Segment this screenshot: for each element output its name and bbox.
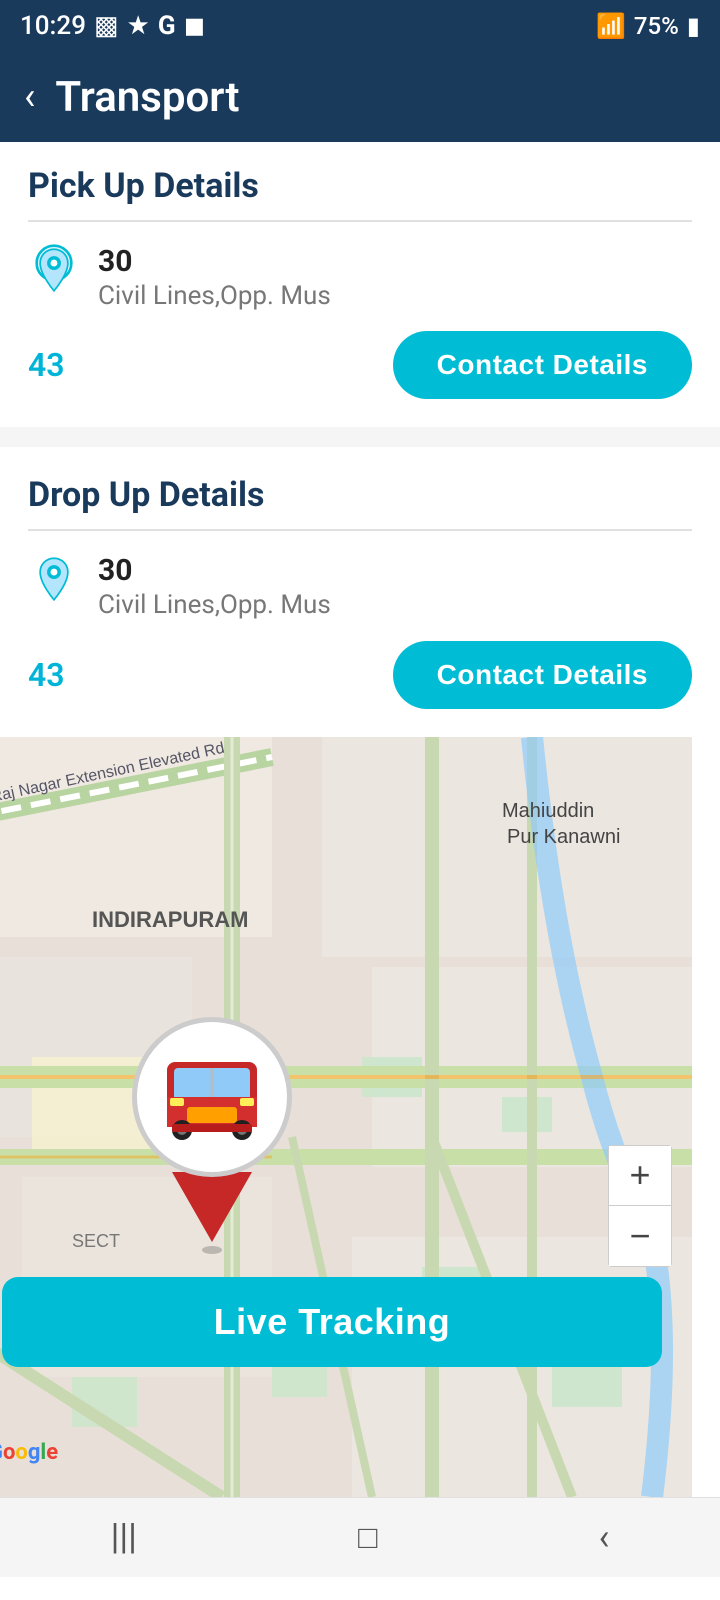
dropup-divider (28, 529, 692, 531)
photo-icon: ◼ (184, 11, 206, 41)
pickup-section: Pick Up Details 30 Civil Lines,Opp. Mus … (28, 166, 692, 399)
nav-back-icon[interactable]: ‹ (599, 1516, 610, 1558)
back-button[interactable]: ‹ (24, 78, 35, 116)
pickup-contact-number: 43 (28, 346, 65, 384)
google-logo: Google (0, 1440, 58, 1465)
bus-icon-svg (152, 1042, 272, 1152)
dropup-loc-number: 30 (98, 553, 331, 589)
live-tracking-button[interactable]: Live Tracking (2, 1277, 662, 1367)
dropup-contact-number: 43 (28, 656, 65, 694)
svg-text:SECT: SECT (72, 1231, 120, 1251)
pin-shadow (202, 1246, 222, 1254)
pickup-contact-row: 43 Contact Details (28, 331, 692, 399)
header: ‹ Transport (0, 52, 720, 142)
battery-icon: ▮ (687, 12, 700, 40)
dropup-contact-row: 43 Contact Details (28, 641, 692, 709)
pickup-divider (28, 220, 692, 222)
bus-pin-marker (122, 1017, 302, 1257)
nav-recent-apps-icon[interactable]: ||| (111, 1516, 137, 1558)
sim-icon: ▩ (94, 11, 119, 41)
bottom-nav: ||| □ ‹ (0, 1497, 720, 1577)
pickup-location-row: 30 Civil Lines,Opp. Mus (28, 244, 692, 314)
map-background: INDIRAPURAM SECTOR 63 Mahiuddin Pur Kana… (0, 737, 692, 1497)
battery-text: 75% (634, 12, 679, 40)
pickup-contact-details-button[interactable]: Contact Details (393, 331, 692, 399)
page-title: Transport (55, 73, 239, 122)
status-left: 10:29 ▩ ★ G ◼ (20, 11, 205, 41)
wifi-icon: ★ (127, 11, 150, 41)
status-right: 📶 75% ▮ (596, 12, 700, 40)
pickup-location-text: 30 Civil Lines,Opp. Mus (98, 244, 331, 314)
map-container: INDIRAPURAM SECTOR 63 Mahiuddin Pur Kana… (0, 737, 692, 1497)
time-display: 10:29 (20, 11, 86, 41)
dropup-loc-address: Civil Lines,Opp. Mus (98, 589, 331, 623)
pickup-pin-icon (28, 244, 80, 296)
svg-text:INDIRAPURAM: INDIRAPURAM (92, 907, 248, 932)
status-bar: 10:29 ▩ ★ G ◼ 📶 75% ▮ (0, 0, 720, 52)
bus-icon-circle (132, 1017, 292, 1177)
dropup-contact-details-button[interactable]: Contact Details (393, 641, 692, 709)
pickup-loc-number: 30 (98, 244, 331, 280)
nav-home-icon[interactable]: □ (358, 1518, 377, 1556)
pickup-loc-address: Civil Lines,Opp. Mus (98, 280, 331, 314)
content-area: Pick Up Details 30 Civil Lines,Opp. Mus … (0, 142, 720, 709)
dropup-location-text: 30 Civil Lines,Opp. Mus (98, 553, 331, 623)
g-icon: G (158, 11, 176, 41)
dropup-section: Drop Up Details 30 Civil Lines,Opp. Mus … (28, 475, 692, 708)
svg-text:Mahiuddin: Mahiuddin (502, 800, 594, 822)
dropup-location-row: 30 Civil Lines,Opp. Mus (28, 553, 692, 623)
dropup-pin-icon (28, 553, 80, 605)
dropup-section-title: Drop Up Details (28, 475, 692, 529)
section-gap (0, 427, 720, 447)
zoom-out-button[interactable]: − (609, 1206, 671, 1266)
zoom-in-button[interactable]: + (609, 1146, 671, 1206)
pickup-section-title: Pick Up Details (28, 166, 692, 220)
wifi-signal-icon: 📶 (596, 12, 626, 40)
zoom-controls: + − (608, 1145, 672, 1267)
svg-text:Pur Kanawni: Pur Kanawni (507, 826, 620, 848)
bus-pin-bottom (172, 1172, 252, 1242)
